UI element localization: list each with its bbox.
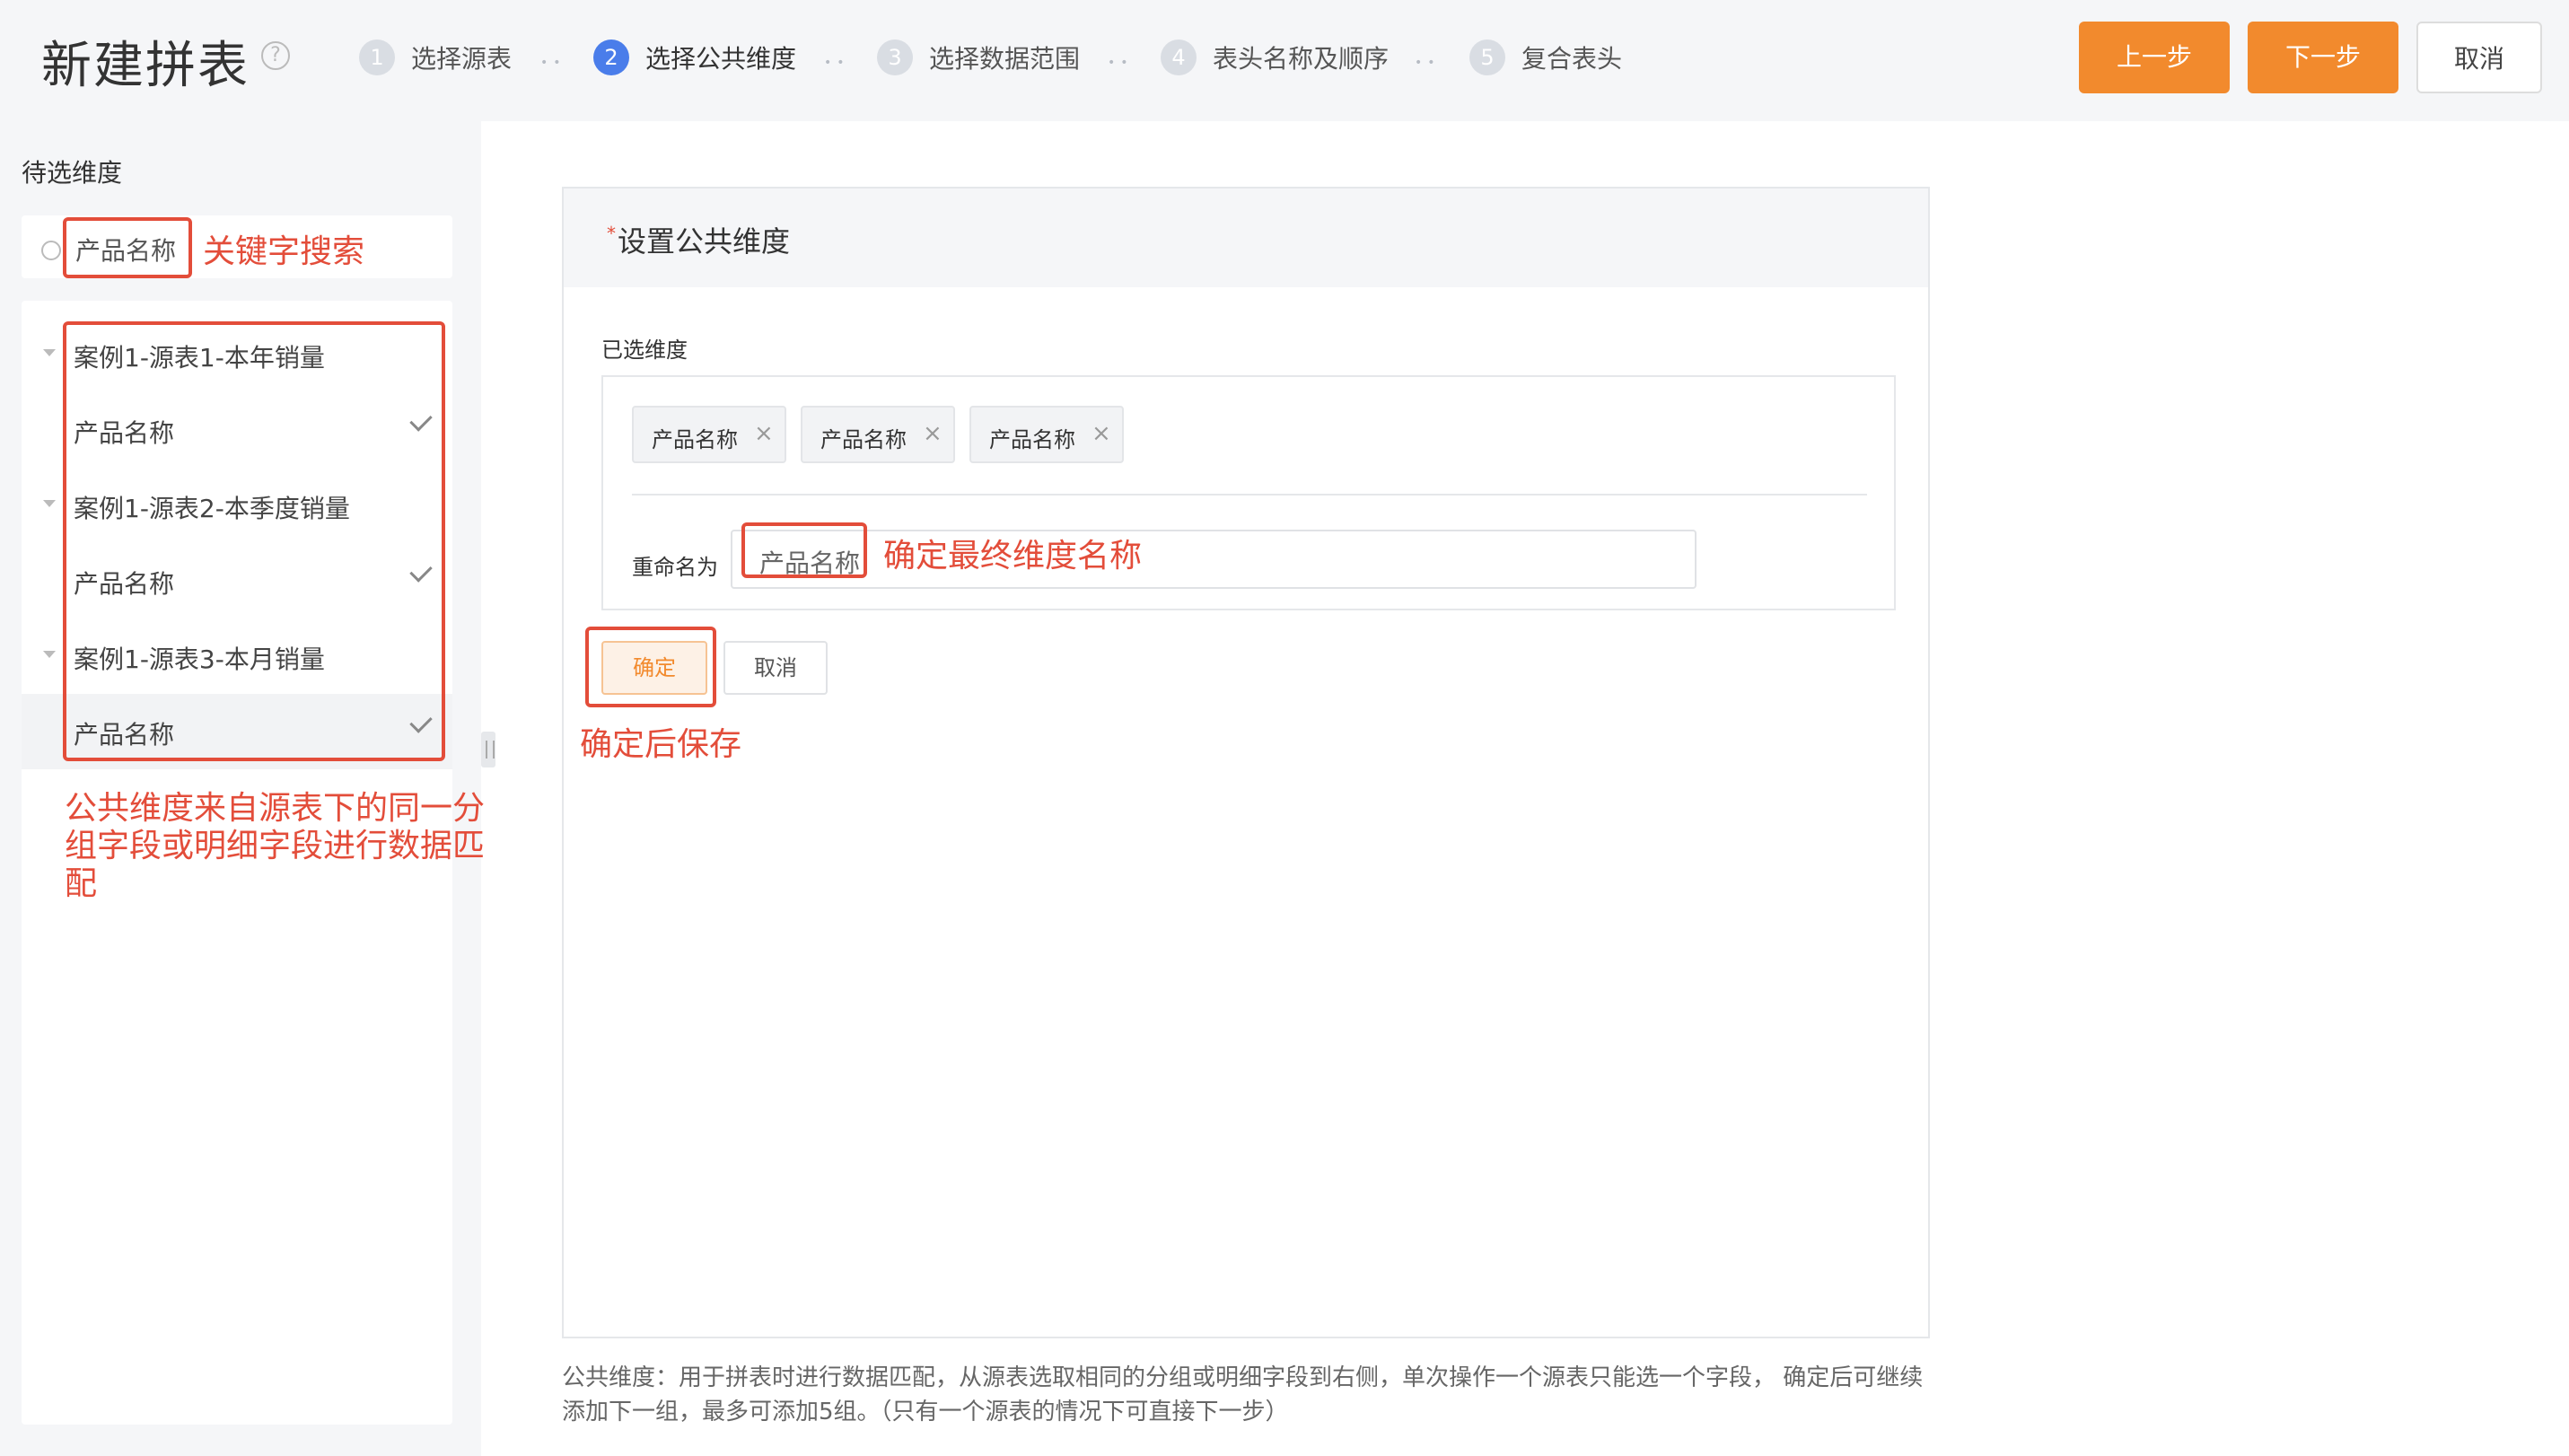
step-4[interactable]: 4 表头名称及顺序 [1161,39,1389,75]
step-2[interactable]: 2 选择公共维度 [593,39,796,75]
tag-label: 产品名称 [989,427,1075,452]
cancel-dimension-button[interactable]: 取消 [723,641,828,695]
step-1[interactable]: 1 选择源表 [359,39,512,75]
step-label: 选择源表 [411,44,513,74]
step-label: 表头名称及顺序 [1213,44,1390,74]
step-label: 选择公共维度 [645,44,797,74]
step-number: 2 [593,39,629,75]
card-title: 设置公共维度 [618,224,791,259]
collapse-arrow-icon[interactable] [43,651,56,658]
annotation-box-tree [63,321,445,761]
annotation-search: 关键字搜索 [203,233,365,270]
step-number: 4 [1161,39,1197,75]
step-separator: •• [824,56,850,70]
step-label: 复合表头 [1521,44,1623,74]
annotation-box-rename [741,522,867,578]
annotation-box-search [63,217,192,278]
sidebar-title: 待选维度 [22,158,123,188]
close-icon[interactable]: × [923,420,943,447]
step-label: 选择数据范围 [929,44,1081,74]
annotation-confirm: 确定后保存 [580,726,742,763]
annotation-box-confirm [585,627,716,707]
help-icon[interactable]: ? [261,41,290,70]
header: 新建拼表 ? 1 选择源表 •• 2 选择公共维度 •• 3 选择数据范围 ••… [0,0,2569,121]
dimension-tag: 产品名称 × [969,406,1124,463]
step-3[interactable]: 3 选择数据范围 [877,39,1080,75]
step-number: 5 [1469,39,1505,75]
selected-dimensions-label: 已选维度 [601,338,688,363]
collapse-arrow-icon[interactable] [43,500,56,507]
divider [632,494,1867,496]
collapse-arrow-icon[interactable] [43,349,56,356]
step-5[interactable]: 5 复合表头 [1469,39,1622,75]
help-note: 公共维度：用于拼表时进行数据匹配，从源表选取相同的分组或明细字段到右侧，单次操作… [562,1364,1924,1425]
tag-label: 产品名称 [820,427,907,452]
annotation-public-dimension: 公共维度来自源表下的同一分组字段或明细字段进行数据匹配 [65,790,486,902]
step-separator: •• [540,56,566,70]
prev-step-button[interactable]: 上一步 [2079,22,2230,93]
close-icon[interactable]: × [754,420,774,447]
step-number: 1 [359,39,395,75]
card-header: * 设置公共维度 [564,189,1928,287]
step-number: 3 [877,39,913,75]
rename-input[interactable]: 产品名称 [731,530,1697,589]
required-mark: * [607,223,616,244]
step-separator: •• [1415,56,1441,70]
step-separator: •• [1108,56,1134,70]
dimension-tag: 产品名称 × [632,406,786,463]
next-step-button[interactable]: 下一步 [2248,22,2398,93]
rename-label: 重命名为 [632,555,718,580]
cancel-button[interactable]: 取消 [2416,22,2542,93]
public-dimension-card: * 设置公共维度 已选维度 产品名称 × 产品名称 × 产品名称 × 重命名为 … [562,187,1930,1338]
panel-resize-handle[interactable] [481,732,495,767]
tag-label: 产品名称 [652,427,738,452]
search-icon [41,241,61,260]
annotation-rename: 确定最终维度名称 [883,538,1143,575]
dimension-tag: 产品名称 × [801,406,955,463]
page-title: 新建拼表 [41,37,250,95]
close-icon[interactable]: × [1092,420,1111,447]
